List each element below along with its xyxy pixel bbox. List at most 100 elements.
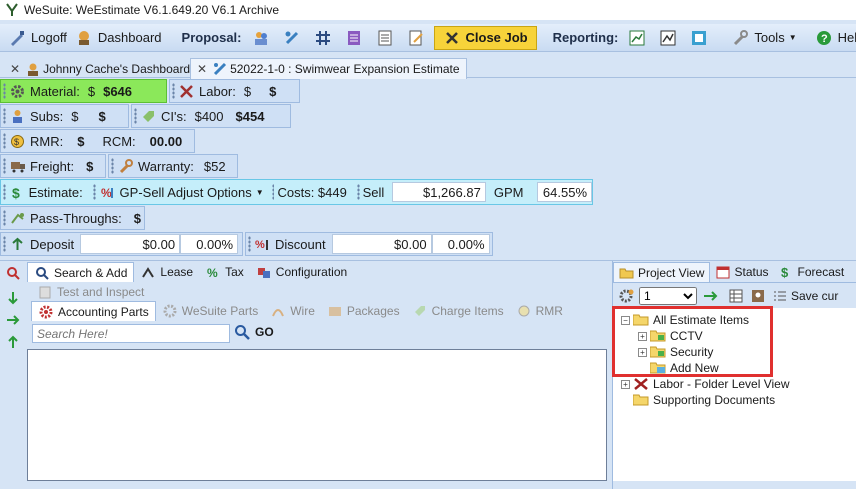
tab-accounting-parts[interactable]: Accounting Parts	[31, 301, 156, 321]
proposal-lines-button[interactable]	[372, 26, 403, 50]
main-toolbar: Logoff Dashboard Proposal: Close Job Rep…	[0, 24, 856, 52]
tab-packages[interactable]: Packages	[321, 301, 406, 321]
folder-icon	[619, 265, 634, 280]
tab-configuration[interactable]: Configuration	[250, 262, 353, 282]
deposit-icon	[9, 236, 26, 253]
tree-node-labor[interactable]: + Labor - Folder Level View	[621, 376, 790, 392]
pass-throughs-box[interactable]: Pass-Throughs: $	[0, 206, 145, 230]
contact-card-icon[interactable]	[751, 289, 765, 303]
discount-icon: %	[254, 236, 271, 253]
recurring-icon: $	[9, 133, 26, 150]
discount-amount-field[interactable]: $0.00	[331, 234, 432, 254]
zoom-search-icon[interactable]	[5, 265, 21, 281]
tab-project-view[interactable]: Project View	[613, 262, 711, 282]
grip-handle	[172, 83, 175, 99]
tab-wesuite-parts[interactable]: WeSuite Parts	[156, 301, 264, 321]
title-bar: WeSuite: WeEstimate V6.1.649.20 V6.1 Arc…	[0, 0, 856, 20]
svg-text:$: $	[12, 185, 20, 200]
deposit-percent-field[interactable]: 0.00%	[180, 234, 239, 254]
grid-view-icon[interactable]	[729, 289, 743, 303]
freight-box[interactable]: Freight: $	[0, 154, 106, 178]
tools-menu[interactable]: Tools ▼	[727, 26, 800, 50]
hash-grid-icon	[314, 29, 332, 47]
grip-handle	[111, 158, 114, 174]
svg-text:?: ?	[821, 33, 828, 45]
arrow-right-icon[interactable]	[703, 289, 719, 303]
tab-forecast[interactable]: $ Forecast	[774, 262, 850, 282]
tab-status[interactable]: Status	[710, 262, 773, 282]
recurring-icon	[516, 303, 532, 319]
wrench-icon	[117, 158, 134, 175]
gp-sell-adjust-dropdown[interactable]: % GP-Sell Adjust Options ▼	[99, 184, 264, 201]
proposal-label: Proposal:	[181, 30, 242, 45]
warranty-box[interactable]: Warranty: $52	[108, 154, 238, 178]
svg-text:%: %	[207, 266, 218, 279]
arrow-right-icon[interactable]	[5, 312, 21, 328]
document-list-icon	[345, 29, 363, 47]
level-select[interactable]: 1	[639, 287, 697, 305]
arrow-down-icon[interactable]	[5, 290, 21, 306]
chevron-down-icon: ▼	[788, 33, 797, 42]
tab-estimate[interactable]: ✕ 52022-1-0 : Swimwear Expansion Estimat…	[190, 58, 467, 79]
report-dashboard-button[interactable]	[686, 26, 717, 50]
settings-icon[interactable]	[619, 288, 635, 304]
deposit-amount-field[interactable]: $0.00	[80, 234, 181, 254]
go-button[interactable]: GO	[234, 324, 274, 340]
proposal-tools-button[interactable]	[279, 26, 310, 50]
save-current-button[interactable]: Save cur	[773, 289, 838, 303]
tab-charge-items[interactable]: Charge Items	[406, 301, 510, 321]
search-icon	[234, 324, 250, 340]
help-menu[interactable]: ? Help ▼	[811, 26, 856, 50]
tab-search-add[interactable]: Search & Add	[27, 262, 135, 282]
grip-handle	[3, 83, 6, 99]
dashboard-button[interactable]: Dashboard	[71, 26, 166, 50]
users-icon	[252, 29, 270, 47]
deposit-box: Deposit $0.00 0.00%	[0, 232, 243, 256]
cis-box[interactable]: CI's: $400 $454	[131, 104, 291, 128]
tab-wire[interactable]: Wire	[264, 301, 321, 321]
report-trend-button[interactable]	[655, 26, 686, 50]
grip-handle	[3, 210, 6, 226]
proposal-document-button[interactable]	[341, 26, 372, 50]
discount-percent-field[interactable]: 0.00%	[431, 234, 490, 254]
tree-node-supporting-documents[interactable]: Supporting Documents	[633, 392, 775, 408]
labor-value: $	[269, 83, 277, 99]
chevron-down-icon: ▼	[255, 187, 264, 197]
tab-test-inspect[interactable]: Test and Inspect	[31, 282, 150, 302]
test-inspect-row: Test and Inspect	[31, 282, 150, 302]
subs-box[interactable]: Subs: $ $	[0, 104, 129, 128]
material-box[interactable]: Material: $ $646	[0, 79, 167, 103]
report-chart-button[interactable]	[624, 26, 655, 50]
tab-rmr[interactable]: RMR	[510, 301, 569, 321]
close-job-button[interactable]: Close Job	[433, 25, 537, 50]
parts-sub-tabs: Accounting Parts WeSuite Parts Wire Pack…	[31, 301, 569, 321]
tab-dashboard[interactable]: ✕ Johnny Cache's Dashboard	[4, 58, 196, 79]
grip-handle	[271, 184, 275, 200]
arrow-up-icon[interactable]	[5, 334, 21, 350]
logoff-button[interactable]: Logoff	[4, 26, 71, 50]
gpm-field[interactable]: 64.55%	[537, 182, 592, 202]
expand-icon[interactable]: +	[621, 379, 630, 389]
proposal-edit-button[interactable]	[403, 26, 434, 50]
dollar-icon: $	[9, 184, 25, 201]
close-icon[interactable]: ✕	[10, 62, 20, 76]
report-icon	[690, 29, 708, 47]
close-icon[interactable]: ✕	[197, 62, 207, 76]
search-results-list[interactable]	[27, 349, 607, 481]
tab-tax[interactable]: % Tax	[199, 262, 250, 282]
edit-document-icon	[407, 29, 425, 47]
labor-box[interactable]: Labor: $ $	[169, 79, 300, 103]
grip-handle	[3, 236, 6, 252]
parts-search-input[interactable]	[32, 324, 230, 343]
project-toolbar: 1 Save cur	[613, 284, 856, 308]
svg-text:$: $	[781, 265, 789, 279]
rmr-box[interactable]: $ RMR: $ RCM: 00.00	[0, 129, 195, 153]
tab-lease[interactable]: Lease	[134, 262, 199, 282]
help-icon: ?	[815, 29, 833, 47]
svg-text:%: %	[101, 186, 112, 200]
grip-handle	[134, 108, 137, 124]
package-icon	[327, 303, 343, 319]
proposal-users-button[interactable]	[248, 26, 279, 50]
proposal-grid-button[interactable]	[310, 26, 341, 50]
sell-field[interactable]: $1,266.87	[392, 182, 486, 202]
